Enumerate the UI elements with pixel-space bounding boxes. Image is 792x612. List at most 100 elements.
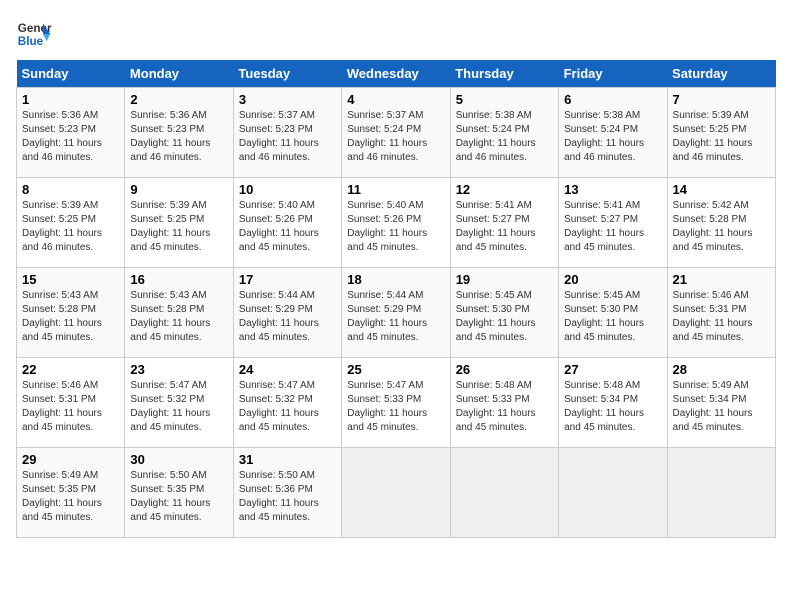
calendar-cell: 23 Sunrise: 5:47 AMSunset: 5:32 PMDaylig… <box>125 358 233 448</box>
calendar-week-row: 15 Sunrise: 5:43 AMSunset: 5:28 PMDaylig… <box>17 268 776 358</box>
day-info: Sunrise: 5:44 AMSunset: 5:29 PMDaylight:… <box>239 290 319 343</box>
calendar-cell: 18 Sunrise: 5:44 AMSunset: 5:29 PMDaylig… <box>342 268 450 358</box>
calendar-cell: 4 Sunrise: 5:37 AMSunset: 5:24 PMDayligh… <box>342 88 450 178</box>
calendar-header: General Blue <box>16 16 776 52</box>
day-info: Sunrise: 5:46 AMSunset: 5:31 PMDaylight:… <box>673 290 753 343</box>
day-info: Sunrise: 5:43 AMSunset: 5:28 PMDaylight:… <box>130 290 210 343</box>
day-info: Sunrise: 5:47 AMSunset: 5:33 PMDaylight:… <box>347 380 427 433</box>
day-info: Sunrise: 5:40 AMSunset: 5:26 PMDaylight:… <box>347 200 427 253</box>
calendar-cell: 21 Sunrise: 5:46 AMSunset: 5:31 PMDaylig… <box>667 268 775 358</box>
day-info: Sunrise: 5:49 AMSunset: 5:34 PMDaylight:… <box>673 380 753 433</box>
day-number: 21 <box>673 272 770 287</box>
day-info: Sunrise: 5:38 AMSunset: 5:24 PMDaylight:… <box>456 110 536 163</box>
calendar-table: SundayMondayTuesdayWednesdayThursdayFrid… <box>16 60 776 538</box>
day-number: 26 <box>456 362 553 377</box>
day-number: 25 <box>347 362 444 377</box>
day-info: Sunrise: 5:39 AMSunset: 5:25 PMDaylight:… <box>22 200 102 253</box>
calendar-cell: 6 Sunrise: 5:38 AMSunset: 5:24 PMDayligh… <box>559 88 667 178</box>
calendar-cell: 12 Sunrise: 5:41 AMSunset: 5:27 PMDaylig… <box>450 178 558 268</box>
day-info: Sunrise: 5:40 AMSunset: 5:26 PMDaylight:… <box>239 200 319 253</box>
calendar-cell: 19 Sunrise: 5:45 AMSunset: 5:30 PMDaylig… <box>450 268 558 358</box>
calendar-cell: 3 Sunrise: 5:37 AMSunset: 5:23 PMDayligh… <box>233 88 341 178</box>
calendar-cell: 29 Sunrise: 5:49 AMSunset: 5:35 PMDaylig… <box>17 448 125 538</box>
day-number: 12 <box>456 182 553 197</box>
calendar-cell: 7 Sunrise: 5:39 AMSunset: 5:25 PMDayligh… <box>667 88 775 178</box>
day-number: 2 <box>130 92 227 107</box>
calendar-cell: 31 Sunrise: 5:50 AMSunset: 5:36 PMDaylig… <box>233 448 341 538</box>
day-number: 9 <box>130 182 227 197</box>
calendar-cell: 9 Sunrise: 5:39 AMSunset: 5:25 PMDayligh… <box>125 178 233 268</box>
day-info: Sunrise: 5:37 AMSunset: 5:24 PMDaylight:… <box>347 110 427 163</box>
day-info: Sunrise: 5:41 AMSunset: 5:27 PMDaylight:… <box>456 200 536 253</box>
day-info: Sunrise: 5:45 AMSunset: 5:30 PMDaylight:… <box>564 290 644 343</box>
calendar-cell: 14 Sunrise: 5:42 AMSunset: 5:28 PMDaylig… <box>667 178 775 268</box>
svg-text:Blue: Blue <box>18 35 44 48</box>
calendar-cell: 1 Sunrise: 5:36 AMSunset: 5:23 PMDayligh… <box>17 88 125 178</box>
day-number: 6 <box>564 92 661 107</box>
calendar-cell: 28 Sunrise: 5:49 AMSunset: 5:34 PMDaylig… <box>667 358 775 448</box>
weekday-header-wednesday: Wednesday <box>342 60 450 88</box>
calendar-cell <box>342 448 450 538</box>
day-number: 17 <box>239 272 336 287</box>
day-info: Sunrise: 5:50 AMSunset: 5:36 PMDaylight:… <box>239 470 319 523</box>
calendar-week-row: 29 Sunrise: 5:49 AMSunset: 5:35 PMDaylig… <box>17 448 776 538</box>
day-number: 8 <box>22 182 119 197</box>
weekday-header-friday: Friday <box>559 60 667 88</box>
weekday-header-thursday: Thursday <box>450 60 558 88</box>
day-info: Sunrise: 5:38 AMSunset: 5:24 PMDaylight:… <box>564 110 644 163</box>
calendar-cell: 25 Sunrise: 5:47 AMSunset: 5:33 PMDaylig… <box>342 358 450 448</box>
calendar-cell <box>667 448 775 538</box>
calendar-cell: 27 Sunrise: 5:48 AMSunset: 5:34 PMDaylig… <box>559 358 667 448</box>
day-number: 31 <box>239 452 336 467</box>
calendar-week-row: 22 Sunrise: 5:46 AMSunset: 5:31 PMDaylig… <box>17 358 776 448</box>
day-info: Sunrise: 5:48 AMSunset: 5:33 PMDaylight:… <box>456 380 536 433</box>
day-info: Sunrise: 5:47 AMSunset: 5:32 PMDaylight:… <box>130 380 210 433</box>
day-number: 27 <box>564 362 661 377</box>
calendar-cell: 13 Sunrise: 5:41 AMSunset: 5:27 PMDaylig… <box>559 178 667 268</box>
day-info: Sunrise: 5:47 AMSunset: 5:32 PMDaylight:… <box>239 380 319 433</box>
logo-icon: General Blue <box>16 16 52 52</box>
day-info: Sunrise: 5:46 AMSunset: 5:31 PMDaylight:… <box>22 380 102 433</box>
day-number: 23 <box>130 362 227 377</box>
calendar-cell <box>559 448 667 538</box>
calendar-cell: 24 Sunrise: 5:47 AMSunset: 5:32 PMDaylig… <box>233 358 341 448</box>
calendar-cell: 5 Sunrise: 5:38 AMSunset: 5:24 PMDayligh… <box>450 88 558 178</box>
calendar-cell: 22 Sunrise: 5:46 AMSunset: 5:31 PMDaylig… <box>17 358 125 448</box>
calendar-cell: 17 Sunrise: 5:44 AMSunset: 5:29 PMDaylig… <box>233 268 341 358</box>
day-number: 18 <box>347 272 444 287</box>
day-number: 4 <box>347 92 444 107</box>
day-number: 20 <box>564 272 661 287</box>
day-number: 24 <box>239 362 336 377</box>
day-number: 16 <box>130 272 227 287</box>
calendar-cell: 16 Sunrise: 5:43 AMSunset: 5:28 PMDaylig… <box>125 268 233 358</box>
day-info: Sunrise: 5:43 AMSunset: 5:28 PMDaylight:… <box>22 290 102 343</box>
day-number: 28 <box>673 362 770 377</box>
weekday-header-sunday: Sunday <box>17 60 125 88</box>
day-number: 19 <box>456 272 553 287</box>
calendar-cell: 26 Sunrise: 5:48 AMSunset: 5:33 PMDaylig… <box>450 358 558 448</box>
weekday-header-tuesday: Tuesday <box>233 60 341 88</box>
day-number: 11 <box>347 182 444 197</box>
day-number: 5 <box>456 92 553 107</box>
day-info: Sunrise: 5:39 AMSunset: 5:25 PMDaylight:… <box>130 200 210 253</box>
day-number: 10 <box>239 182 336 197</box>
day-number: 22 <box>22 362 119 377</box>
day-info: Sunrise: 5:48 AMSunset: 5:34 PMDaylight:… <box>564 380 644 433</box>
day-number: 29 <box>22 452 119 467</box>
weekday-header-row: SundayMondayTuesdayWednesdayThursdayFrid… <box>17 60 776 88</box>
calendar-cell: 15 Sunrise: 5:43 AMSunset: 5:28 PMDaylig… <box>17 268 125 358</box>
day-number: 30 <box>130 452 227 467</box>
day-info: Sunrise: 5:49 AMSunset: 5:35 PMDaylight:… <box>22 470 102 523</box>
day-info: Sunrise: 5:36 AMSunset: 5:23 PMDaylight:… <box>130 110 210 163</box>
calendar-cell: 30 Sunrise: 5:50 AMSunset: 5:35 PMDaylig… <box>125 448 233 538</box>
day-info: Sunrise: 5:41 AMSunset: 5:27 PMDaylight:… <box>564 200 644 253</box>
day-info: Sunrise: 5:42 AMSunset: 5:28 PMDaylight:… <box>673 200 753 253</box>
calendar-cell: 11 Sunrise: 5:40 AMSunset: 5:26 PMDaylig… <box>342 178 450 268</box>
day-number: 3 <box>239 92 336 107</box>
calendar-week-row: 8 Sunrise: 5:39 AMSunset: 5:25 PMDayligh… <box>17 178 776 268</box>
weekday-header-saturday: Saturday <box>667 60 775 88</box>
day-info: Sunrise: 5:36 AMSunset: 5:23 PMDaylight:… <box>22 110 102 163</box>
logo: General Blue <box>16 16 52 52</box>
day-info: Sunrise: 5:44 AMSunset: 5:29 PMDaylight:… <box>347 290 427 343</box>
calendar-cell <box>450 448 558 538</box>
